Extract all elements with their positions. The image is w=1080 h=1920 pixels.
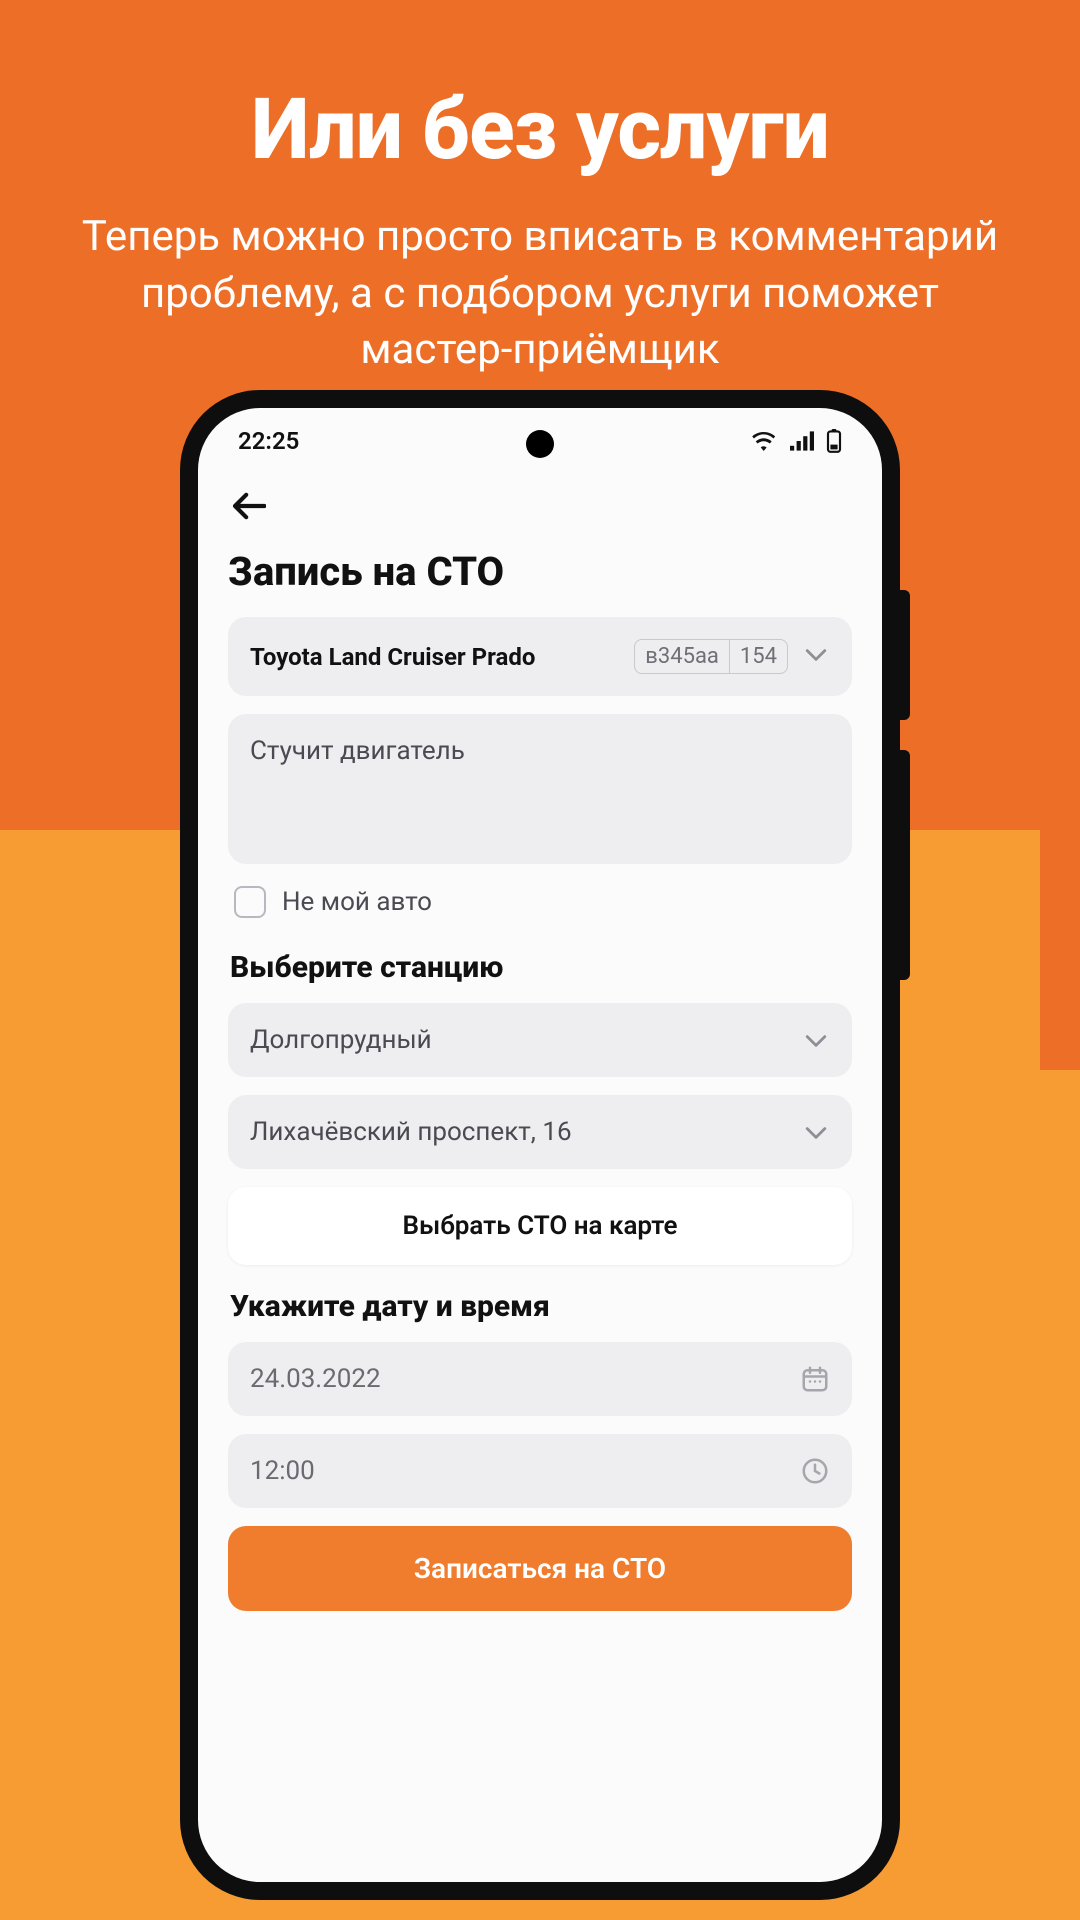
signal-icon bbox=[790, 431, 814, 451]
address-value: Лихачёвский проспект, 16 bbox=[250, 1117, 802, 1147]
phone-screen: 22:25 Запись на СТО Toyota Land Cruiser … bbox=[198, 408, 882, 1882]
submit-label: Записаться на СТО bbox=[414, 1552, 666, 1585]
submit-button[interactable]: Записаться на СТО bbox=[228, 1526, 852, 1611]
promo-block: Или без услуги Теперь можно просто вписа… bbox=[0, 0, 1080, 379]
status-time: 22:25 bbox=[238, 427, 299, 455]
station-section-title: Выберите станцию bbox=[230, 950, 852, 985]
checkbox-box bbox=[234, 886, 266, 918]
car-selector[interactable]: Toyota Land Cruiser Prado в345аа 154 bbox=[228, 617, 852, 696]
date-input[interactable]: 24.03.2022 bbox=[228, 1342, 852, 1416]
phone-frame: 22:25 Запись на СТО Toyota Land Cruiser … bbox=[180, 390, 900, 1900]
clock-icon bbox=[800, 1456, 830, 1486]
battery-icon bbox=[826, 429, 842, 453]
chevron-down-icon bbox=[802, 647, 830, 666]
license-plate: в345аа 154 bbox=[634, 639, 788, 674]
map-select-button[interactable]: Выбрать СТО на карте bbox=[228, 1187, 852, 1265]
car-name: Toyota Land Cruiser Prado bbox=[250, 643, 620, 671]
status-icons bbox=[752, 429, 842, 453]
city-value: Долгопрудный bbox=[250, 1025, 802, 1055]
calendar-icon bbox=[800, 1364, 830, 1394]
chevron-down-icon bbox=[802, 1025, 830, 1055]
date-value: 24.03.2022 bbox=[250, 1364, 800, 1394]
camera-notch bbox=[526, 430, 554, 458]
time-input[interactable]: 12:00 bbox=[228, 1434, 852, 1508]
arrow-left-icon bbox=[232, 492, 266, 520]
datetime-section-title: Укажите дату и время bbox=[230, 1289, 852, 1324]
chevron-down-icon bbox=[802, 1117, 830, 1147]
promo-subtitle: Теперь можно просто вписать в комментари… bbox=[60, 209, 1020, 379]
promo-title: Или без услуги bbox=[60, 80, 1020, 179]
map-button-label: Выбрать СТО на карте bbox=[403, 1211, 678, 1241]
comment-text: Стучит двигатель bbox=[250, 736, 465, 766]
comment-textarea[interactable]: Стучит двигатель bbox=[228, 714, 852, 864]
plate-number: в345аа bbox=[635, 640, 730, 673]
not-my-car-checkbox[interactable]: Не мой авто bbox=[228, 882, 852, 944]
wifi-icon bbox=[752, 431, 778, 451]
address-select[interactable]: Лихачёвский проспект, 16 bbox=[228, 1095, 852, 1169]
checkbox-label: Не мой авто bbox=[282, 887, 432, 917]
time-value: 12:00 bbox=[250, 1456, 800, 1486]
city-select[interactable]: Долгопрудный bbox=[228, 1003, 852, 1077]
page-title: Запись на СТО bbox=[228, 548, 852, 595]
plate-region: 154 bbox=[730, 640, 787, 673]
back-button[interactable] bbox=[228, 474, 268, 548]
